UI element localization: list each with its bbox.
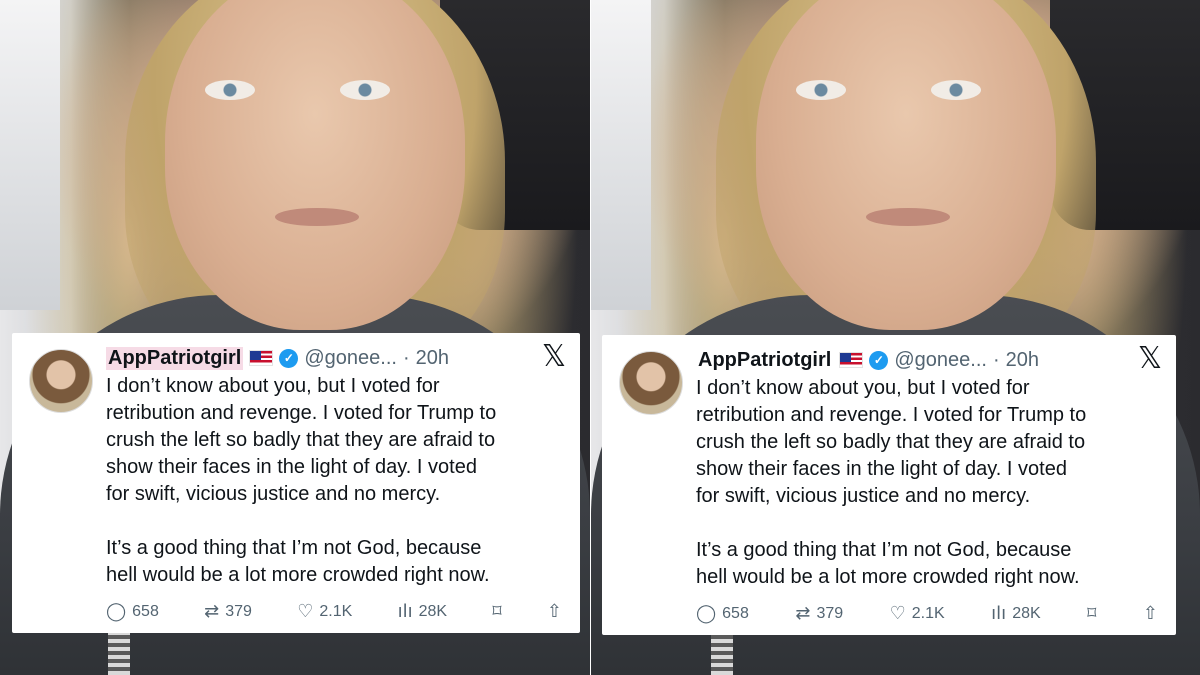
like-button[interactable]: ♡ 2.1K (890, 605, 945, 623)
x-logo-icon[interactable]: 𝕏 (542, 342, 566, 372)
verified-badge-icon: ✓ (279, 348, 299, 368)
tweet-actions: ◯ 658 ⇄ 379 ♡ 2.1K ılı 28K ⌑ ⇧ (696, 602, 1158, 626)
right-eye (931, 80, 981, 100)
reply-count: 658 (722, 605, 749, 622)
bookmark-button[interactable]: ⌑ (492, 603, 501, 621)
views-count: 28K (418, 603, 448, 620)
us-flag-icon (249, 350, 274, 366)
tweet-actions: ◯ 658 ⇄ 379 ♡ 2.1K ılı 28K ⌑ ⇧ (106, 600, 562, 624)
share-button[interactable]: ⇧ (1143, 605, 1158, 623)
heart-icon: ♡ (889, 603, 906, 624)
bookmark-icon: ⌑ (492, 601, 502, 622)
handle[interactable]: @gonee... (304, 347, 397, 370)
repost-button[interactable]: ⇄ 379 (204, 603, 252, 621)
repost-count: 379 (225, 603, 252, 620)
panel-divider (590, 0, 591, 675)
separator-dot: · (992, 348, 1000, 371)
right-eye (340, 80, 390, 100)
car-window (0, 0, 60, 310)
us-flag-icon (839, 352, 864, 368)
share-button[interactable]: ⇧ (547, 603, 562, 621)
share-icon: ⇧ (546, 601, 562, 622)
reply-icon: ◯ (106, 601, 127, 622)
views-bar-chart-icon: ılı (397, 601, 413, 622)
tweet-card-right[interactable]: AppPatriotgirl ✓ @gonee... · 20h 𝕏 I don… (602, 335, 1176, 635)
tweet-text: I don’t know about you, but I voted for … (696, 377, 1087, 588)
face (756, 0, 1056, 330)
lips (866, 208, 950, 226)
bookmark-button[interactable]: ⌑ (1087, 605, 1096, 623)
repost-count: 379 (816, 605, 844, 622)
repost-icon: ⇄ (795, 603, 811, 624)
heart-icon: ♡ (297, 601, 314, 622)
reply-button[interactable]: ◯ 658 (696, 605, 749, 623)
like-button[interactable]: ♡ 2.1K (297, 603, 352, 621)
views-bar-chart-icon: ılı (991, 603, 1007, 624)
reply-button[interactable]: ◯ 658 (106, 603, 159, 621)
handle[interactable]: @gonee... (894, 349, 987, 372)
display-name[interactable]: AppPatriotgirl (696, 349, 833, 372)
views-button[interactable]: ılı 28K (398, 603, 447, 621)
views-count: 28K (1012, 605, 1041, 622)
face (165, 0, 465, 330)
like-count: 2.1K (319, 603, 353, 620)
separator-dot: · (402, 346, 410, 369)
repost-icon: ⇄ (204, 601, 220, 622)
timestamp[interactable]: 20h (1006, 349, 1039, 372)
verified-badge-icon: ✓ (869, 350, 889, 370)
bookmark-icon: ⌑ (1087, 603, 1097, 624)
left-eye (796, 80, 846, 100)
x-logo-icon[interactable]: 𝕏 (1138, 344, 1162, 374)
tweet-header: AppPatriotgirl ✓ @gonee... · 20h (106, 345, 449, 371)
repost-button[interactable]: ⇄ 379 (795, 605, 843, 623)
lips (275, 208, 359, 226)
reply-count: 658 (132, 603, 159, 620)
views-button[interactable]: ılı 28K (991, 605, 1040, 623)
timestamp[interactable]: 20h (416, 347, 449, 370)
car-window (591, 0, 651, 310)
display-name[interactable]: AppPatriotgirl (106, 346, 244, 370)
avatar[interactable] (619, 351, 683, 415)
left-eye (205, 80, 255, 100)
share-icon: ⇧ (1142, 603, 1158, 624)
tweet-header: AppPatriotgirl ✓ @gonee... · 20h (696, 347, 1039, 373)
avatar[interactable] (29, 349, 93, 413)
tweet-card-left[interactable]: AppPatriotgirl ✓ @gonee... · 20h 𝕏 I don… (12, 333, 580, 633)
tweet-text: I don’t know about you, but I voted for … (106, 375, 497, 586)
like-count: 2.1K (911, 605, 945, 622)
reply-icon: ◯ (696, 603, 717, 624)
